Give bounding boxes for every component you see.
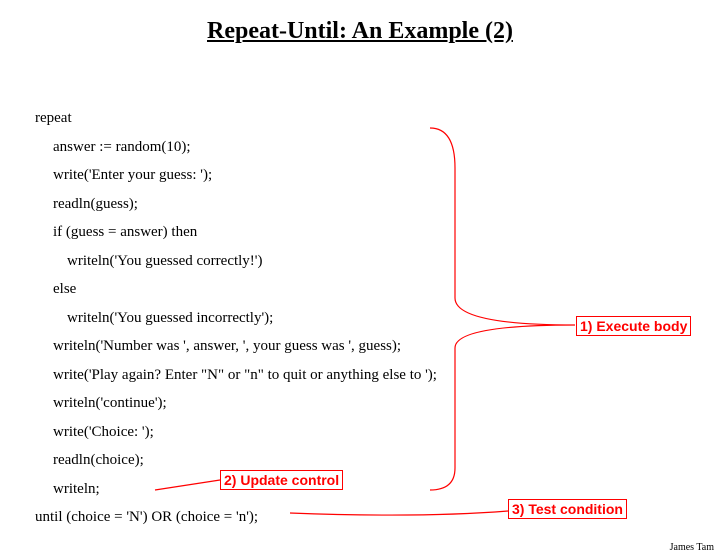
page-title: Repeat-Until: An Example (2) xyxy=(0,18,720,45)
code-line: answer := random(10); xyxy=(35,133,437,162)
code-line: write('Play again? Enter "N" or "n" to q… xyxy=(35,361,437,390)
callout-test-condition: 3) Test condition xyxy=(508,499,627,519)
code-line: if (guess = answer) then xyxy=(35,218,437,247)
code-line: write('Choice: '); xyxy=(35,418,437,447)
code-line: repeat xyxy=(35,104,437,133)
code-line: write('Enter your guess: '); xyxy=(35,161,437,190)
callout-update-control: 2) Update control xyxy=(220,470,343,490)
code-block: repeat answer := random(10); write('Ente… xyxy=(35,104,437,532)
code-line: readln(guess); xyxy=(35,190,437,219)
code-line: writeln('Number was ', answer, ', your g… xyxy=(35,332,437,361)
code-line: else xyxy=(35,275,437,304)
footer-author: James Tam xyxy=(670,542,714,553)
code-line: writeln('You guessed correctly!') xyxy=(35,247,437,276)
callout-execute-body: 1) Execute body xyxy=(576,316,691,336)
code-line: writeln('You guessed incorrectly'); xyxy=(35,304,437,333)
code-line: until (choice = 'N') OR (choice = 'n'); xyxy=(35,503,437,532)
code-line: writeln('continue'); xyxy=(35,389,437,418)
